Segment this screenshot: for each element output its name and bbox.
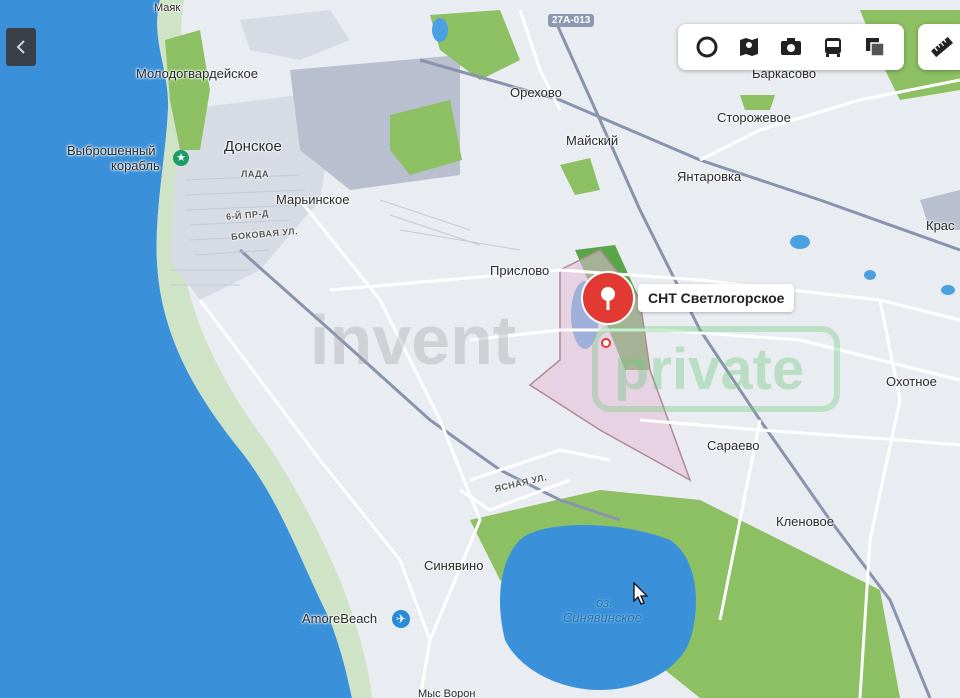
place-label-mayskiy: Майский xyxy=(566,133,619,148)
road-number-badge: 27А-013 xyxy=(548,14,595,27)
area-label-lada: ЛАДА xyxy=(241,169,270,179)
map-canvas[interactable]: invent private Маяк Молодогвардейское Вы… xyxy=(0,0,960,698)
place-label-prislovo: Прислово xyxy=(490,263,550,278)
ruler-icon xyxy=(931,36,953,58)
airport-icon[interactable]: ✈ xyxy=(392,610,410,628)
place-label-okhotnoe: Охотное xyxy=(886,374,937,389)
ruler-button[interactable] xyxy=(918,24,960,70)
chevron-left-icon xyxy=(16,40,25,54)
lake-label-1: оз. xyxy=(596,595,613,610)
photo-button[interactable] xyxy=(777,33,805,61)
panorama-icon xyxy=(740,38,758,56)
place-label-yantarovka: Янтаровка xyxy=(677,169,742,184)
map-type-icon xyxy=(866,38,885,57)
poi-label-shipwreck: Выброшенный xyxy=(67,143,156,158)
watermark-private: private xyxy=(614,337,805,402)
place-label-bottom: Мыс Ворон xyxy=(418,688,476,698)
place-label-sinyavino: Синявино xyxy=(424,558,484,573)
transit-button[interactable] xyxy=(819,33,847,61)
place-label-molodogvardeyskoe: Молодогвардейское xyxy=(136,66,258,81)
place-label-orekhovo: Орехово xyxy=(510,85,562,100)
place-label-marinskoe: Марьинское xyxy=(276,192,350,207)
pin-label[interactable]: СНТ Светлогорское xyxy=(638,284,795,312)
attraction-icon[interactable]: ★ xyxy=(173,150,189,166)
map-type-button[interactable] xyxy=(861,33,889,61)
layers-button[interactable] xyxy=(693,33,721,61)
transit-icon xyxy=(825,38,841,57)
mouse-cursor-icon xyxy=(633,582,649,605)
place-label-storozhevoe: Сторожевое xyxy=(717,110,791,125)
map-toolbar xyxy=(678,24,904,70)
photo-icon xyxy=(781,38,801,55)
layers-icon xyxy=(696,36,718,58)
place-label: Маяк xyxy=(154,2,181,14)
panorama-button[interactable] xyxy=(735,33,763,61)
poi-label-amore-beach: AmoreBeach xyxy=(302,611,378,626)
location-pin-icon[interactable] xyxy=(578,270,638,352)
poi-label-shipwreck-2: корабль xyxy=(111,158,160,173)
place-label-saraevo: Сараево xyxy=(707,438,760,453)
place-label-kras: Крас xyxy=(926,218,955,233)
place-label-klenovoe: Кленовое xyxy=(776,514,835,529)
place-label-donskoe: Донское xyxy=(224,138,282,155)
collapse-panel-button[interactable] xyxy=(6,28,36,66)
lake-label-2: Синявинское xyxy=(563,610,642,625)
